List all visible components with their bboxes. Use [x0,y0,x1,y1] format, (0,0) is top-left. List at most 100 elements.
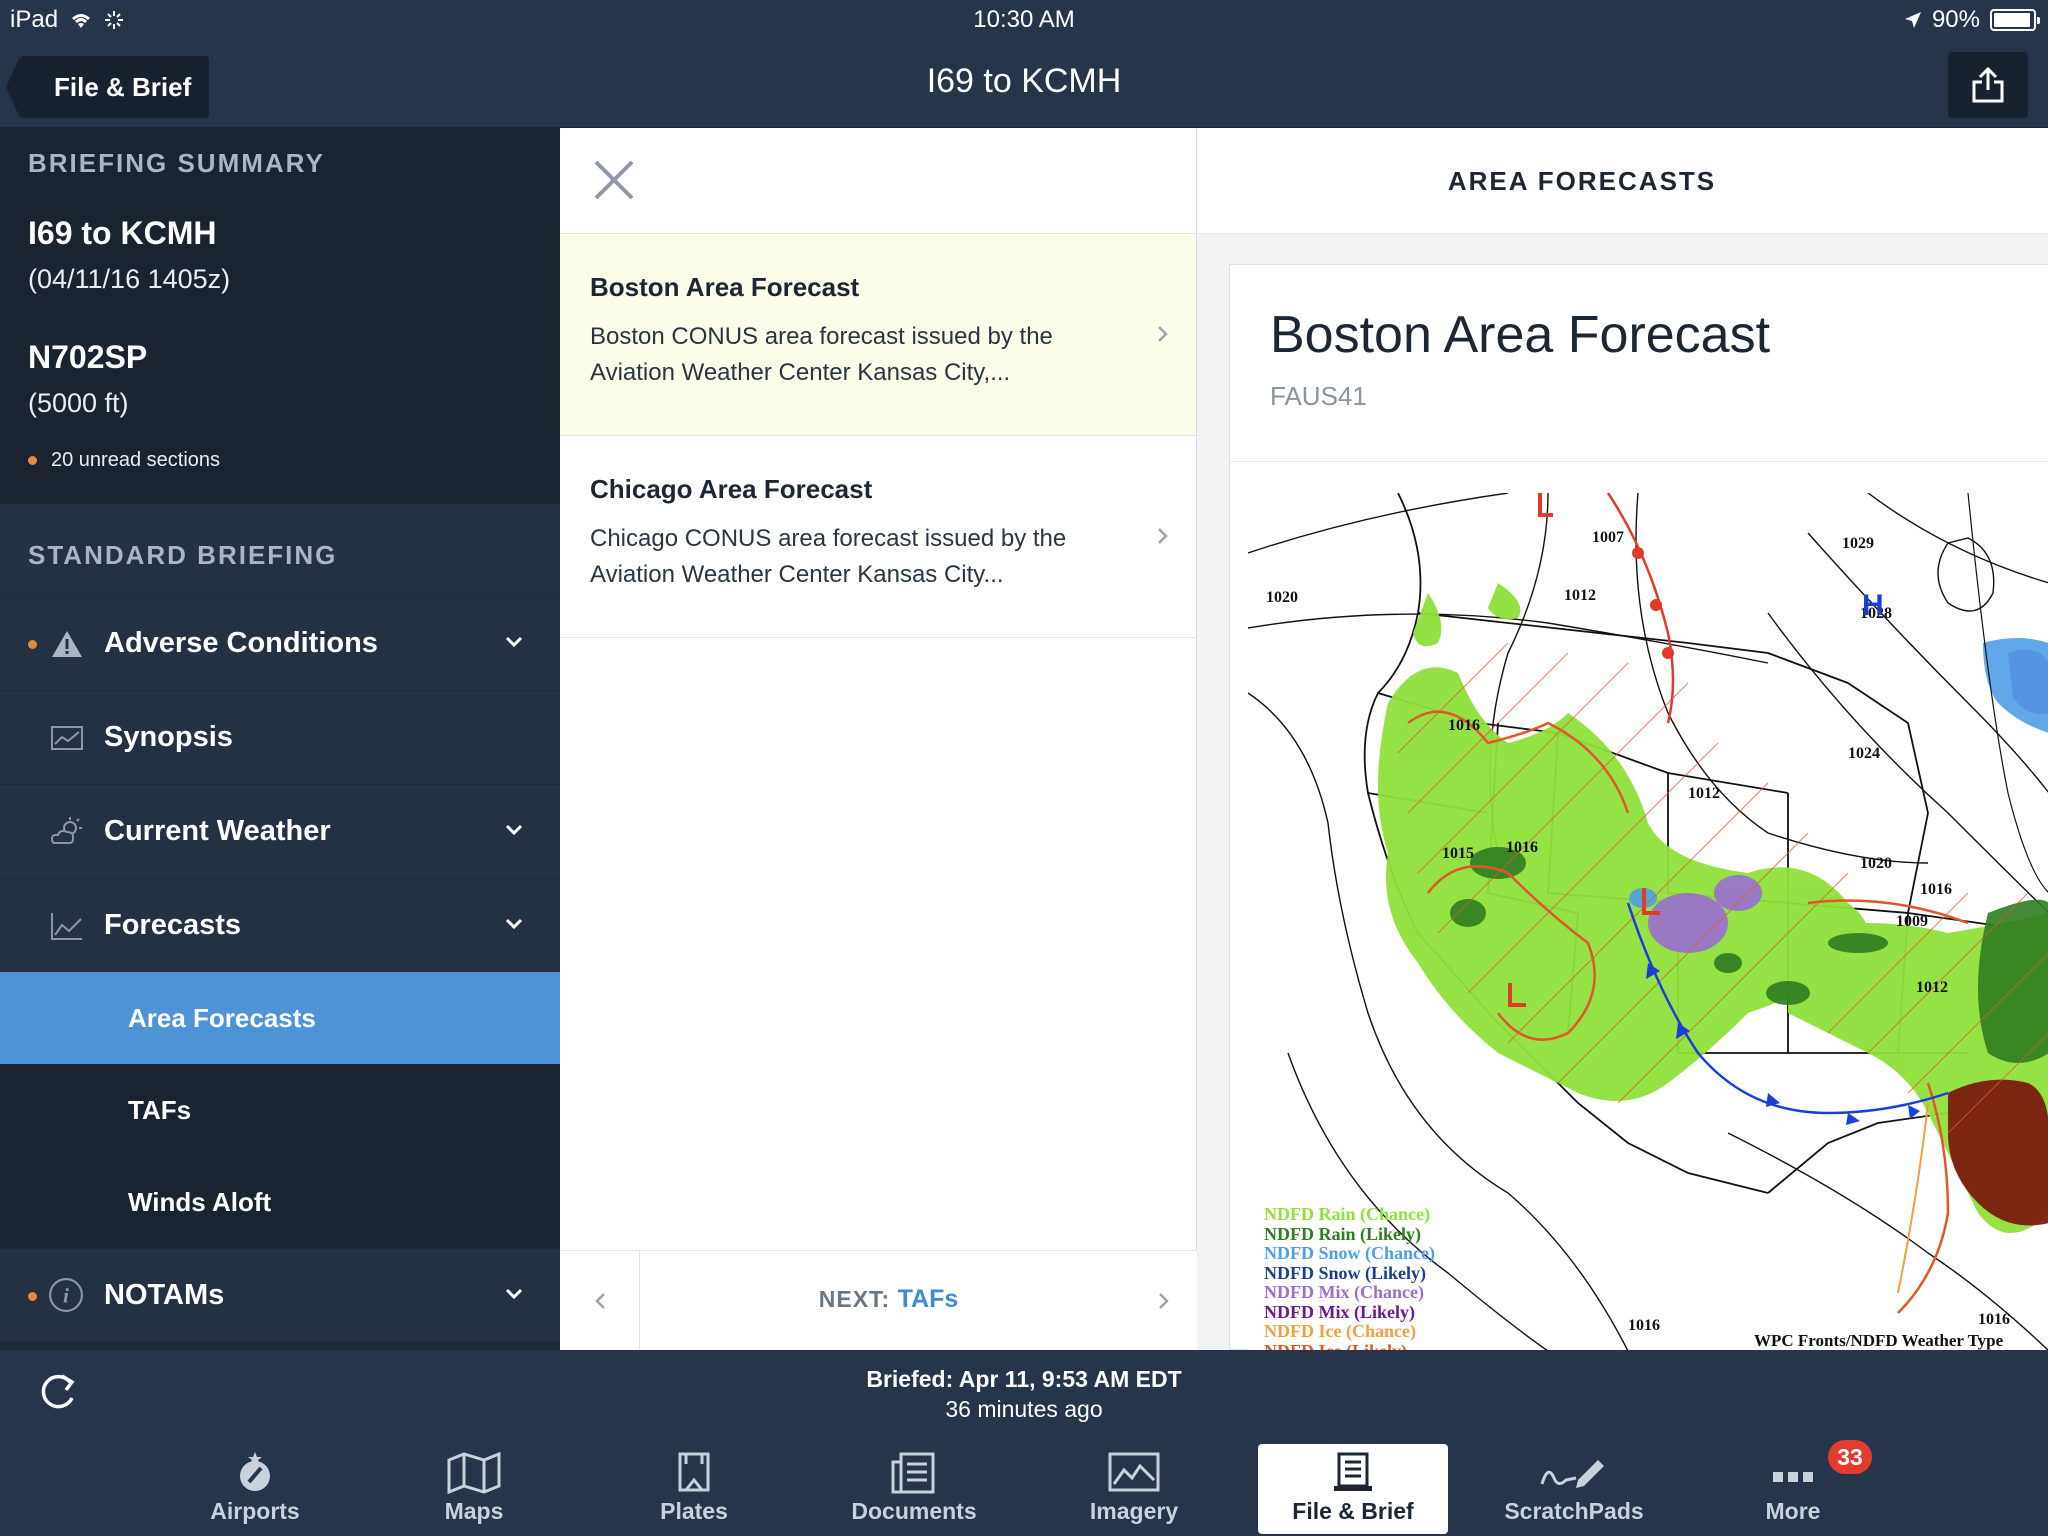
high-pressure-label: H [1862,589,1884,622]
card-divider [1230,461,2048,462]
unread-dot-icon [28,456,37,465]
sidebar-subitem-area-forecasts[interactable]: Area Forecasts [0,972,560,1064]
forecast-list-item-boston[interactable]: Boston Area Forecast Boston CONUS area f… [560,234,1196,436]
unread-sections: 20 unread sections [28,449,532,472]
tab-maps[interactable]: Maps [379,1444,569,1534]
isobar-label: 1015 [1442,845,1474,862]
briefing-summary-heading: BRIEFING SUMMARY [28,148,325,178]
chevron-right-icon [1158,528,1168,544]
location-arrow-icon [1904,12,1921,28]
isobar-label: 1016 [1920,881,1952,898]
legend-entry: NDFD Mix (Likely) [1264,1301,1415,1322]
notification-badge: 33 [1828,1440,1872,1474]
plates-icon [678,1452,710,1492]
forecast-item-title: Chicago Area Forecast [590,474,873,504]
summary-route: I69 to KCMH [28,215,217,251]
detail-header: AREA FORECASTS [1197,128,2048,234]
briefing-sidebar: BRIEFING SUMMARY I69 to KCMH (04/11/16 1… [0,128,560,1350]
summary-tail-number: N702SP [28,339,148,375]
chevron-right-icon [1158,326,1168,342]
svg-text:i: i [63,1283,69,1307]
chevron-down-icon [505,1288,523,1300]
next-section-link[interactable]: TAFs [898,1285,959,1313]
tab-scratchpads[interactable]: ScratchPads [1479,1444,1669,1534]
tab-documents[interactable]: Documents [819,1444,1009,1534]
legend-entry: NDFD Rain (Chance) [1264,1204,1430,1224]
isobar-label: 1012 [1916,979,1948,996]
isobar-label: 1016 [1978,1311,2010,1328]
partly-cloudy-icon [50,817,82,844]
unread-dot-icon [28,1292,37,1301]
unread-sections-label: 20 unread sections [51,449,221,471]
close-icon[interactable] [592,158,636,202]
chevron-right-icon[interactable] [1157,1291,1171,1311]
unread-dot-icon [28,640,37,649]
map-icon [447,1451,501,1494]
isobar-label: 1012 [1688,785,1720,802]
legend-entry: NDFD Ice (Chance) [1264,1321,1416,1341]
legend-entry: NDFD Mix (Chance) [1264,1282,1424,1302]
forecast-item-title: Boston Area Forecast [590,272,860,302]
sidebar-item-current-weather[interactable]: Current Weather [0,784,560,878]
battery-icon [1990,9,2040,31]
previous-section-button[interactable] [560,1251,640,1351]
tab-more[interactable]: More 33 [1698,1440,1888,1534]
sidebar-subitem-tafs[interactable]: TAFs [0,1064,560,1156]
detail-header-title: AREA FORECASTS [1447,166,1717,196]
tab-file-brief[interactable]: File & Brief [1258,1444,1448,1534]
isobar-label: 1020 [1860,855,1892,872]
sidebar-item-synopsis[interactable]: Synopsis [0,690,560,784]
more-dots-icon [1773,1472,1813,1482]
airport-icon [240,1452,270,1491]
sidebar-item-adverse-conditions[interactable]: Adverse Conditions [0,596,560,690]
tab-plates[interactable]: Plates [599,1444,789,1534]
forecast-graph-icon [51,913,82,940]
weather-map[interactable]: 1007 1029 1020 1012 1028 1016 1024 1012 … [1248,493,2048,1351]
forecast-list-panel: Boston Area Forecast Boston CONUS area f… [560,128,1197,1351]
list-header [560,128,1196,234]
chevron-down-icon [505,636,523,648]
sidebar-subitem-winds-aloft[interactable]: Winds Aloft [0,1156,560,1248]
chevron-down-icon [505,918,523,930]
tab-airports[interactable]: Airports [160,1444,350,1534]
sidebar-item-notams[interactable]: i NOTAMs [0,1248,560,1342]
next-section-button[interactable]: NEXT: TAFs [640,1285,1137,1314]
tab-imagery[interactable]: Imagery [1039,1444,1229,1534]
status-bar: iPad 10:30 AM 90% [0,0,2048,40]
legend-entry: NDFD Rain (Likely) [1264,1223,1421,1244]
forecast-code: FAUS41 [1270,381,1367,411]
isobar-label: 1009 [1896,913,1928,930]
tab-label: Maps [444,1498,504,1524]
file-brief-icon [1334,1452,1372,1491]
sidebar-item-forecasts[interactable]: Forecasts [0,878,560,972]
isobar-label: 1016 [1448,717,1480,734]
legend-entry: NDFD Snow (Likely) [1264,1262,1427,1283]
isobar-label: 1016 [1506,839,1538,856]
share-button[interactable] [1948,52,2028,118]
forecast-list-item-chicago[interactable]: Chicago Area Forecast Chicago CONUS area… [560,436,1196,638]
next-prefix: NEXT: [818,1286,891,1312]
synopsis-chart-icon [51,726,83,750]
isobar-label: 1029 [1842,535,1874,552]
summary-altitude: (5000 ft) [28,388,129,418]
tab-label: More [1765,1498,1821,1524]
isobar-label: 1012 [1564,587,1596,604]
summary-route-time: (04/11/16 1405z) [28,264,231,294]
documents-icon [891,1452,935,1494]
legend-entry: NDFD Snow (Chance) [1264,1243,1435,1263]
map-legend: NDFD Rain (Chance) NDFD Rain (Likely) NDFD… [1264,1204,1435,1351]
tab-label: Airports [210,1498,300,1524]
battery-percent: 90% [1931,6,1980,33]
briefed-ago: 36 minutes ago [945,1396,1103,1422]
standard-briefing-heading-label: STANDARD BRIEFING [28,540,338,570]
tab-label: ScratchPads [1504,1498,1644,1524]
isobar-label: 1016 [1628,1317,1660,1334]
scratchpad-pen-icon [1540,1460,1604,1488]
navigation-bar: File & Brief I69 to KCMH [0,40,2048,128]
isobar-label: 1020 [1266,589,1298,606]
battery-level [1994,13,2030,27]
isobar-label: 1007 [1592,529,1624,546]
standard-briefing-heading: STANDARD BRIEFING [0,504,560,596]
briefed-time: Briefed: Apr 11, 9:53 AM EDT [866,1366,1182,1392]
chevron-down-icon [505,824,523,836]
